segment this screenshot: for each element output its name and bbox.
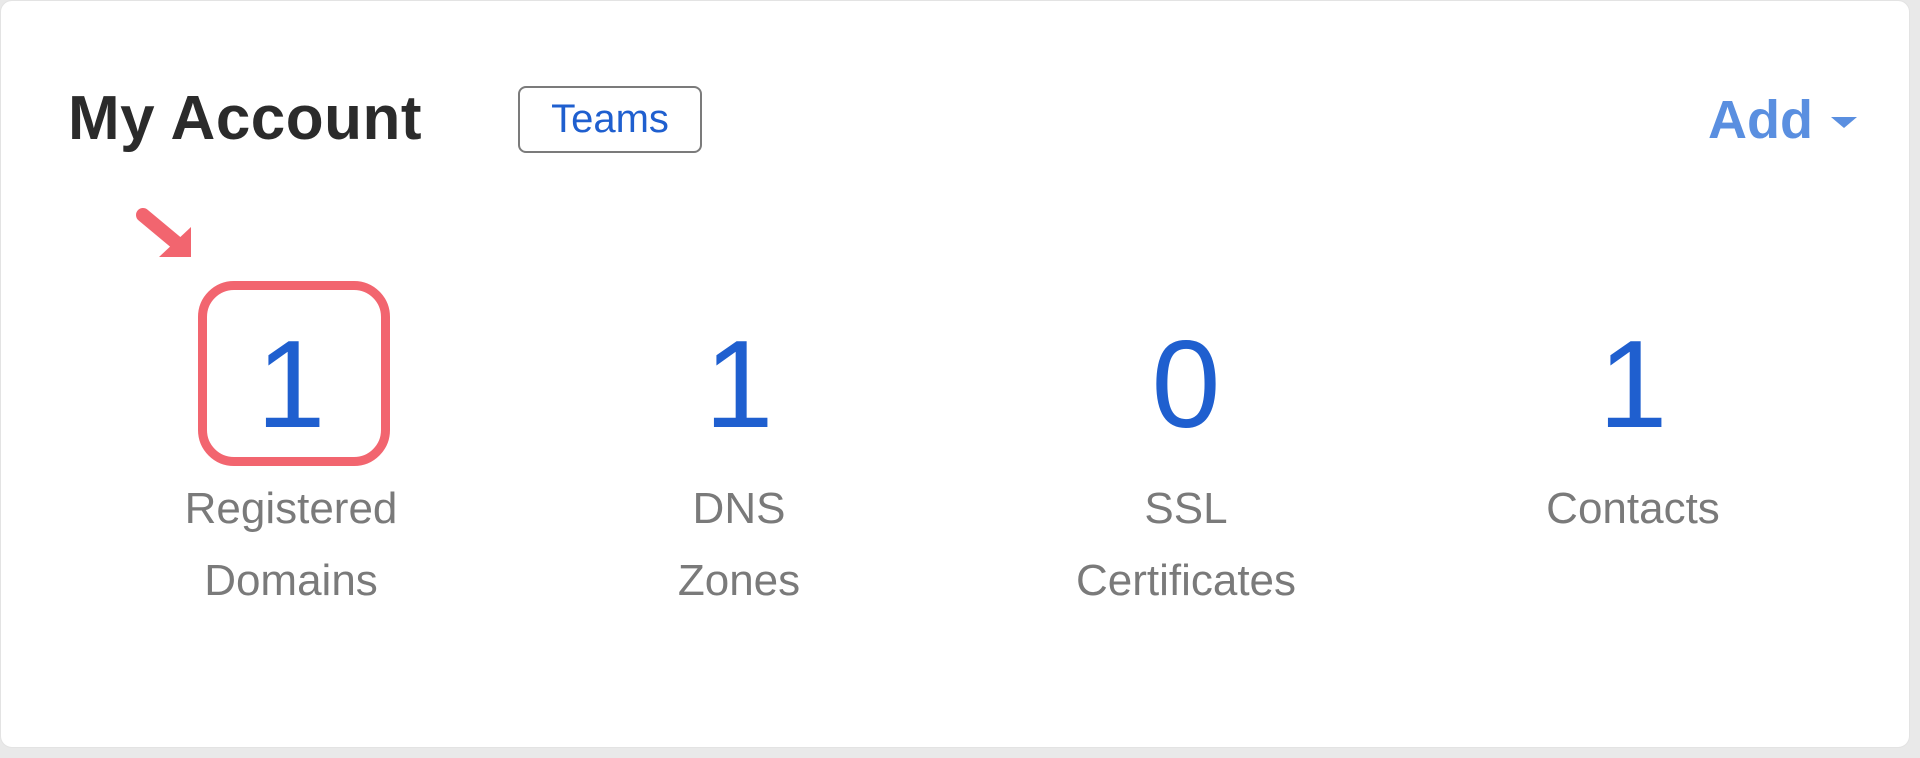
stat-value: 1 [1598,316,1668,454]
annotation-highlight-box [198,281,390,466]
stat-value: 0 [1151,316,1221,454]
stat-label-line1: SSL [1144,484,1228,533]
page-title: My Account [68,84,423,153]
stat-dns-zones[interactable]: 1 DNS Zones [559,301,919,617]
stat-ssl-certificates[interactable]: 0 SSL Certificates [1006,301,1366,617]
annotation-arrow-icon [136,208,191,257]
account-card: My Account Teams Add 1 Registered Domain… [0,0,1910,748]
stat-label-line2: Zones [677,556,801,605]
stat-label-line1: DNS [692,484,786,533]
stat-label: DNS Zones [559,473,919,617]
stat-label-line2: Certificates [1075,556,1297,605]
stat-label-line1: Contacts [1546,484,1720,533]
stat-label: Registered Domains [111,473,471,617]
caret-down-icon [1831,116,1857,128]
stat-label: Contacts [1453,473,1813,545]
stat-label: SSL Certificates [1006,473,1366,617]
add-dropdown-button[interactable]: Add [1708,89,1857,151]
add-label: Add [1708,90,1813,150]
stat-value: 1 [704,316,774,454]
stat-label-line1: Registered [184,484,398,533]
stat-contacts[interactable]: 1 Contacts [1453,301,1813,545]
teams-button[interactable]: Teams [518,86,702,153]
stat-label-line2: Domains [204,556,378,605]
